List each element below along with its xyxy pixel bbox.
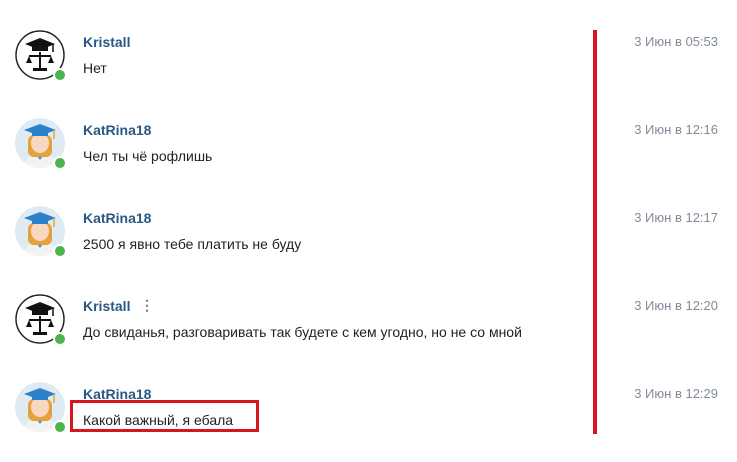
message-author[interactable]: Kristall (83, 34, 130, 50)
highlight-line (593, 30, 597, 434)
message-time[interactable]: 3 Июн в 12:20 (634, 298, 718, 313)
online-indicator (53, 244, 67, 258)
message-history: Kristall Нет 3 Июн в 05:53 KatRina18 Чел… (0, 0, 737, 439)
online-indicator (53, 68, 67, 82)
message-text: 2500 я явно тебе платить не буду (83, 236, 302, 252)
message-time[interactable]: 3 Июн в 12:29 (634, 386, 718, 401)
message-row: KatRina18 Чел ты чё рофлишь 3 Июн в 12:1… (0, 118, 737, 198)
message-time[interactable]: 3 Июн в 12:17 (634, 210, 718, 225)
online-indicator (53, 156, 67, 170)
message-row: Kristall ⋮ До свиданья, разговаривать та… (0, 294, 737, 374)
more-options-icon[interactable]: ⋮ (140, 298, 154, 312)
highlight-box (70, 400, 259, 432)
message-author[interactable]: KatRina18 (83, 210, 151, 226)
message-author[interactable]: KatRina18 (83, 122, 151, 138)
message-author[interactable]: Kristall (83, 298, 130, 314)
message-text: Нет (83, 60, 107, 76)
online-indicator (53, 332, 67, 346)
message-row: KatRina18 2500 я явно тебе платить не бу… (0, 206, 737, 286)
online-indicator (53, 420, 67, 434)
message-time[interactable]: 3 Июн в 05:53 (634, 34, 718, 49)
message-row: Kristall Нет 3 Июн в 05:53 (0, 30, 737, 110)
message-time[interactable]: 3 Июн в 12:16 (634, 122, 718, 137)
message-text: До свиданья, разговаривать так будете с … (83, 324, 522, 340)
message-text: Чел ты чё рофлишь (83, 148, 213, 164)
